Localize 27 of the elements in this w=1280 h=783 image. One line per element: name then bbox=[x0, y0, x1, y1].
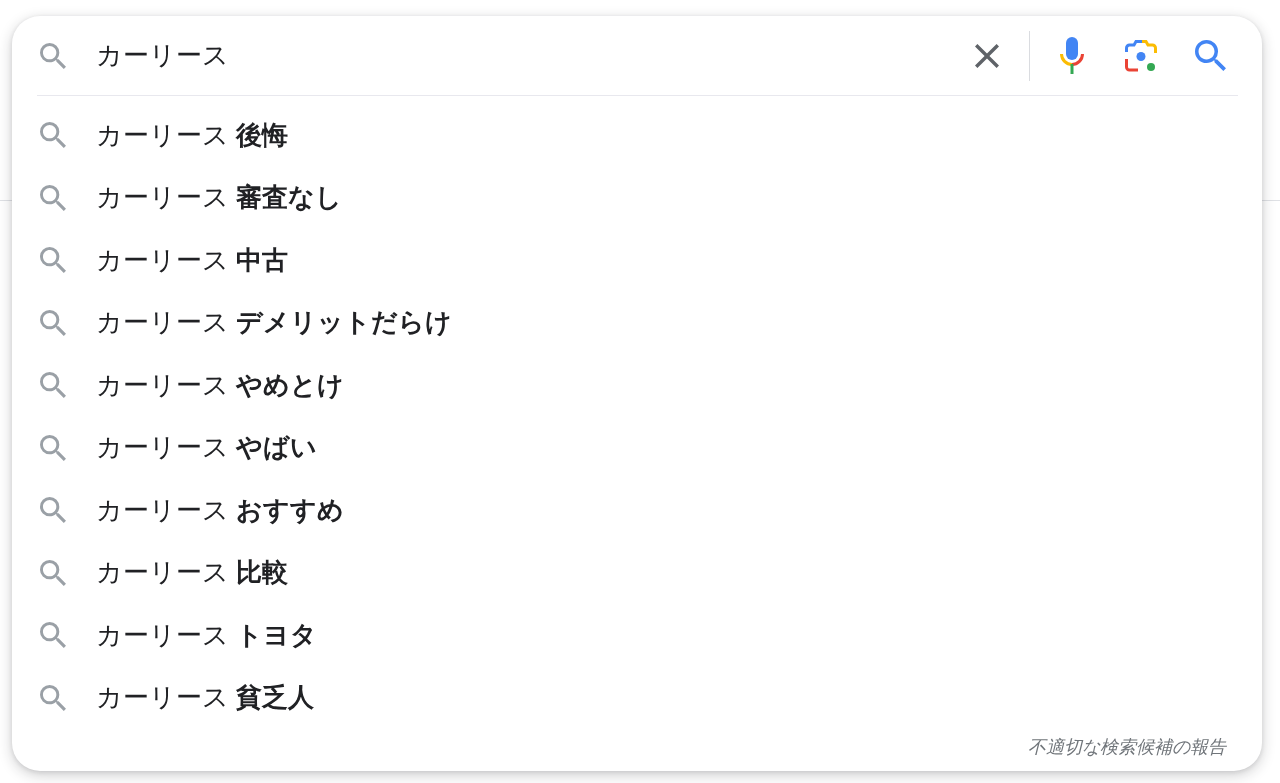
suggestion-item[interactable]: カーリース おすすめ bbox=[12, 479, 1262, 542]
search-icon bbox=[40, 434, 66, 461]
close-icon bbox=[975, 43, 999, 68]
suggestion-item[interactable]: カーリース やめとけ bbox=[12, 354, 1262, 417]
search-icon bbox=[40, 42, 66, 69]
search-icon bbox=[40, 247, 66, 274]
suggestion-item[interactable]: カーリース 比較 bbox=[12, 541, 1262, 604]
suggestion-item[interactable]: カーリース 審査なし bbox=[12, 166, 1262, 229]
suggestion-item[interactable]: カーリース やばい bbox=[12, 416, 1262, 479]
search-icon bbox=[40, 122, 66, 149]
report-link[interactable]: 不適切な検索候補の報告 bbox=[1028, 735, 1226, 759]
search-field[interactable]: カーリース bbox=[96, 35, 963, 76]
search-icon bbox=[40, 622, 66, 649]
suggestion-item[interactable]: カーリース デメリットだらけ bbox=[12, 291, 1262, 354]
suggestion-item[interactable]: カーリース トヨタ bbox=[12, 604, 1262, 667]
suggestion-item[interactable]: カーリース 中古 bbox=[12, 229, 1262, 292]
suggestion-item[interactable]: カーリース 後悔 bbox=[12, 104, 1262, 167]
search-icon bbox=[40, 684, 66, 711]
search-icon bbox=[40, 184, 66, 211]
search-icon bbox=[1194, 40, 1226, 71]
suggestion-item[interactable]: カーリース 貧乏人 bbox=[12, 666, 1262, 729]
search-icon bbox=[40, 497, 66, 524]
search-icon bbox=[40, 372, 66, 399]
microphone-icon bbox=[1060, 37, 1084, 74]
camera-icon bbox=[1125, 39, 1157, 72]
search-icon bbox=[40, 559, 66, 586]
search-icon bbox=[40, 309, 66, 336]
